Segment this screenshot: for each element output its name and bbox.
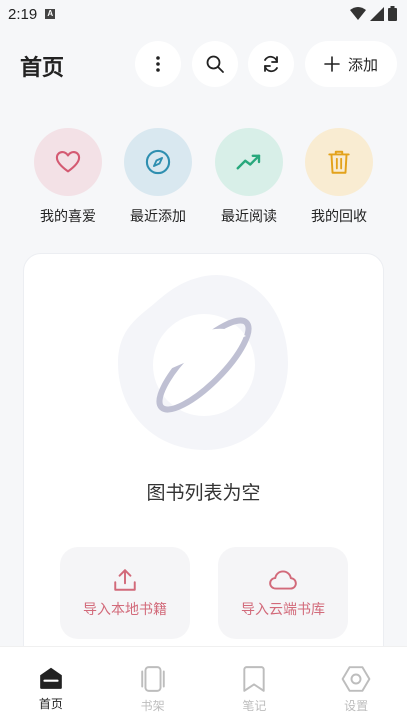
bookshelf-icon xyxy=(140,666,165,692)
bottom-nav: 首页 书架 笔记 设置 xyxy=(0,646,407,725)
status-time: 2:19 xyxy=(8,5,38,23)
trash-icon xyxy=(328,150,350,174)
home-icon xyxy=(40,667,62,689)
import-cloud-library-button[interactable]: 导入云端书库 xyxy=(218,547,348,639)
quick-action-label: 最近添加 xyxy=(130,209,186,225)
book-list-card: 图书列表为空 导入本地书籍 导入云端书库 xyxy=(23,253,384,673)
recently-added-circle xyxy=(124,128,192,196)
app-header: 首页 添加 xyxy=(0,38,407,90)
upload-icon xyxy=(114,569,136,591)
import-local-label: 导入本地书籍 xyxy=(83,602,167,618)
nav-label: 书架 xyxy=(140,699,165,713)
add-button[interactable]: 添加 xyxy=(305,41,397,87)
quick-action-label: 我的回收 xyxy=(311,209,367,225)
quick-action-recycle-bin[interactable]: 我的回收 xyxy=(305,128,373,226)
nav-item-settings[interactable]: 设置 xyxy=(305,647,407,725)
empty-state-message: 图书列表为空 xyxy=(146,482,261,504)
signal-icon xyxy=(370,6,384,21)
quick-action-recently-added[interactable]: 最近添加 xyxy=(124,128,192,226)
status-icons xyxy=(350,6,397,21)
heart-icon xyxy=(55,151,81,173)
trending-up-icon xyxy=(236,154,261,170)
nav-label: 笔记 xyxy=(242,699,267,713)
quick-action-favorites[interactable]: 我的喜爱 xyxy=(34,128,102,226)
more-button[interactable] xyxy=(135,41,181,87)
favorites-circle xyxy=(34,128,102,196)
search-icon xyxy=(206,55,224,73)
cloud-icon xyxy=(269,570,297,590)
bookmark-icon xyxy=(243,666,266,692)
status-bar: 2:19 A xyxy=(0,0,407,28)
nav-item-bookshelf[interactable]: 书架 xyxy=(102,647,204,725)
nav-label: 首页 xyxy=(38,697,63,711)
import-local-books-button[interactable]: 导入本地书籍 xyxy=(60,547,190,639)
recently-read-circle xyxy=(215,128,283,196)
refresh-icon xyxy=(264,55,278,73)
notification-badge-icon: A xyxy=(45,9,56,19)
import-cloud-label: 导入云端书库 xyxy=(241,602,325,618)
page-title: 首页 xyxy=(20,56,65,81)
more-vertical-icon xyxy=(156,56,160,72)
quick-action-label: 我的喜爱 xyxy=(40,209,96,225)
nav-item-notes[interactable]: 笔记 xyxy=(204,647,306,725)
refresh-button[interactable] xyxy=(248,41,294,87)
plus-icon xyxy=(324,56,340,72)
battery-icon xyxy=(388,6,397,21)
planet-icon xyxy=(118,274,288,450)
search-button[interactable] xyxy=(192,41,238,87)
settings-icon xyxy=(341,666,371,692)
quick-action-recently-read[interactable]: 最近阅读 xyxy=(215,128,283,226)
recycle-bin-circle xyxy=(305,128,373,196)
compass-icon xyxy=(145,149,171,175)
nav-label: 设置 xyxy=(344,699,369,713)
add-button-label: 添加 xyxy=(347,55,378,74)
quick-action-label: 最近阅读 xyxy=(221,209,277,225)
nav-item-home[interactable]: 首页 xyxy=(0,647,102,725)
wifi-icon xyxy=(350,6,366,20)
